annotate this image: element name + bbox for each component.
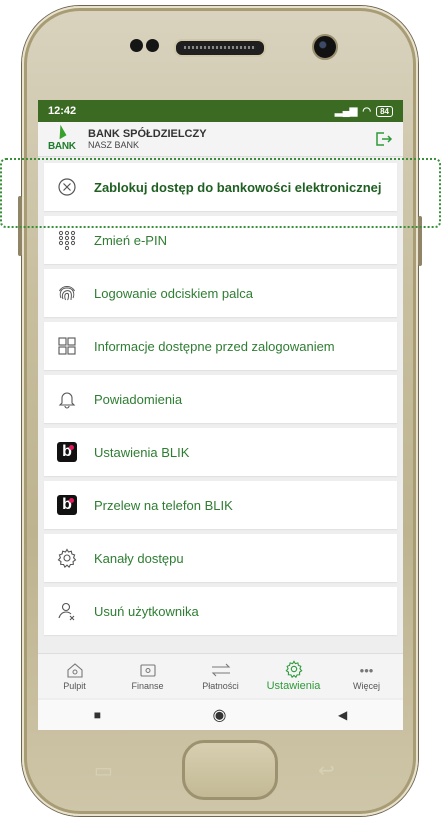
menu-item-label: Ustawienia BLIK [94,444,190,460]
menu-item-block-access[interactable]: Zablokuj dostęp do bankowości elektronic… [44,163,397,211]
app-header: BANK BANK SPÓŁDZIELCZY NASZ BANK [38,122,403,157]
menu-item-label: Zmień e-PIN [94,232,167,248]
home-key[interactable] [182,740,278,800]
android-navigation-bar: ■ ◉ ◀ [38,700,403,730]
earpiece-speaker [174,39,266,57]
settings-menu: Zablokuj dostęp do bankowości elektronic… [38,157,403,635]
home-icon [66,661,84,679]
power-button [418,216,422,266]
status-time: 12:42 [48,105,77,117]
battery-icon: 84 [376,105,393,117]
wifi-icon: ◠ [362,105,372,117]
grid-icon [56,335,78,357]
menu-item-label: Powiadomienia [94,391,183,407]
menu-item-label: Informacje dostępne przed zalogowaniem [94,338,335,354]
menu-item-blik-phone-transfer[interactable]: b Przelew na telefon BLIK [44,481,397,529]
square-icon[interactable]: ■ [94,708,101,722]
nav-label: Finanse [131,681,164,691]
nav-label: Więcej [352,681,380,691]
menu-item-label: Przelew na telefon BLIK [94,497,233,513]
menu-item-change-pin[interactable]: Zmień e-PIN [44,216,397,264]
bell-icon [56,388,78,410]
transfer-icon [210,661,232,679]
nav-platnosci[interactable]: Płatności [186,661,256,691]
nav-finanse[interactable]: Finanse [113,661,183,691]
back-key[interactable]: ↩ [318,758,335,783]
nav-label: Pulpit [63,681,86,691]
logout-icon[interactable] [375,131,393,147]
blik-icon: b [56,441,78,463]
nav-pulpit[interactable]: Pulpit [40,661,110,691]
menu-item-fingerprint[interactable]: Logowanie odciskiem palca [44,269,397,317]
menu-item-label: Logowanie odciskiem palca [94,285,253,301]
fingerprint-icon [56,282,78,304]
menu-item-access-channels[interactable]: Kanały dostępu [44,534,397,582]
sensor-dot [146,39,159,52]
bank-name: BANK SPÓŁDZIELCZY NASZ BANK [88,128,207,150]
nav-label: Płatności [202,681,239,691]
nav-ustawienia[interactable]: Ustawienia [259,660,329,692]
bottom-navigation: Pulpit Finanse Płatności Ustawienia ••• … [38,653,403,698]
nav-wiecej[interactable]: ••• Więcej [332,661,402,692]
menu-item-label: Zablokuj dostęp do bankowości elektronic… [94,179,382,195]
bank-logo: BANK [48,124,80,152]
sensor-dot [130,39,143,52]
volume-button [18,196,22,256]
front-camera [312,34,338,60]
blik-icon: b [56,494,78,516]
logo-text: BANK [48,141,76,152]
menu-item-label: Usuń użytkownika [94,603,199,619]
app-screen: 12:42 ▂▄▆ ◠ 84 BANK BANK SPÓŁDZIELCZY NA… [38,100,403,700]
menu-item-blik-settings[interactable]: b Ustawienia BLIK [44,428,397,476]
more-icon: ••• [359,662,374,678]
menu-item-info-before-login[interactable]: Informacje dostępne przed zalogowaniem [44,322,397,370]
gear-icon [285,660,303,678]
recent-apps-key[interactable]: ▭ [94,758,113,783]
status-icons: ▂▄▆ ◠ 84 [334,105,393,117]
status-bar: 12:42 ▂▄▆ ◠ 84 [38,100,403,122]
circle-icon[interactable]: ◉ [213,705,227,725]
back-triangle-icon[interactable]: ◀ [338,708,347,722]
wallet-icon [139,661,157,679]
bank-name-line1: BANK SPÓŁDZIELCZY [88,128,207,140]
gear-icon [56,547,78,569]
x-circle-icon [56,176,78,198]
leaf-icon [53,124,67,140]
keypad-icon [56,229,78,251]
menu-item-notifications[interactable]: Powiadomienia [44,375,397,423]
signal-icon: ▂▄▆ [334,105,358,117]
user-remove-icon [56,600,78,622]
menu-item-remove-user[interactable]: Usuń użytkownika [44,587,397,635]
nav-label: Ustawienia [266,680,321,692]
bank-name-line2: NASZ BANK [88,140,140,150]
menu-item-label: Kanały dostępu [94,550,184,566]
